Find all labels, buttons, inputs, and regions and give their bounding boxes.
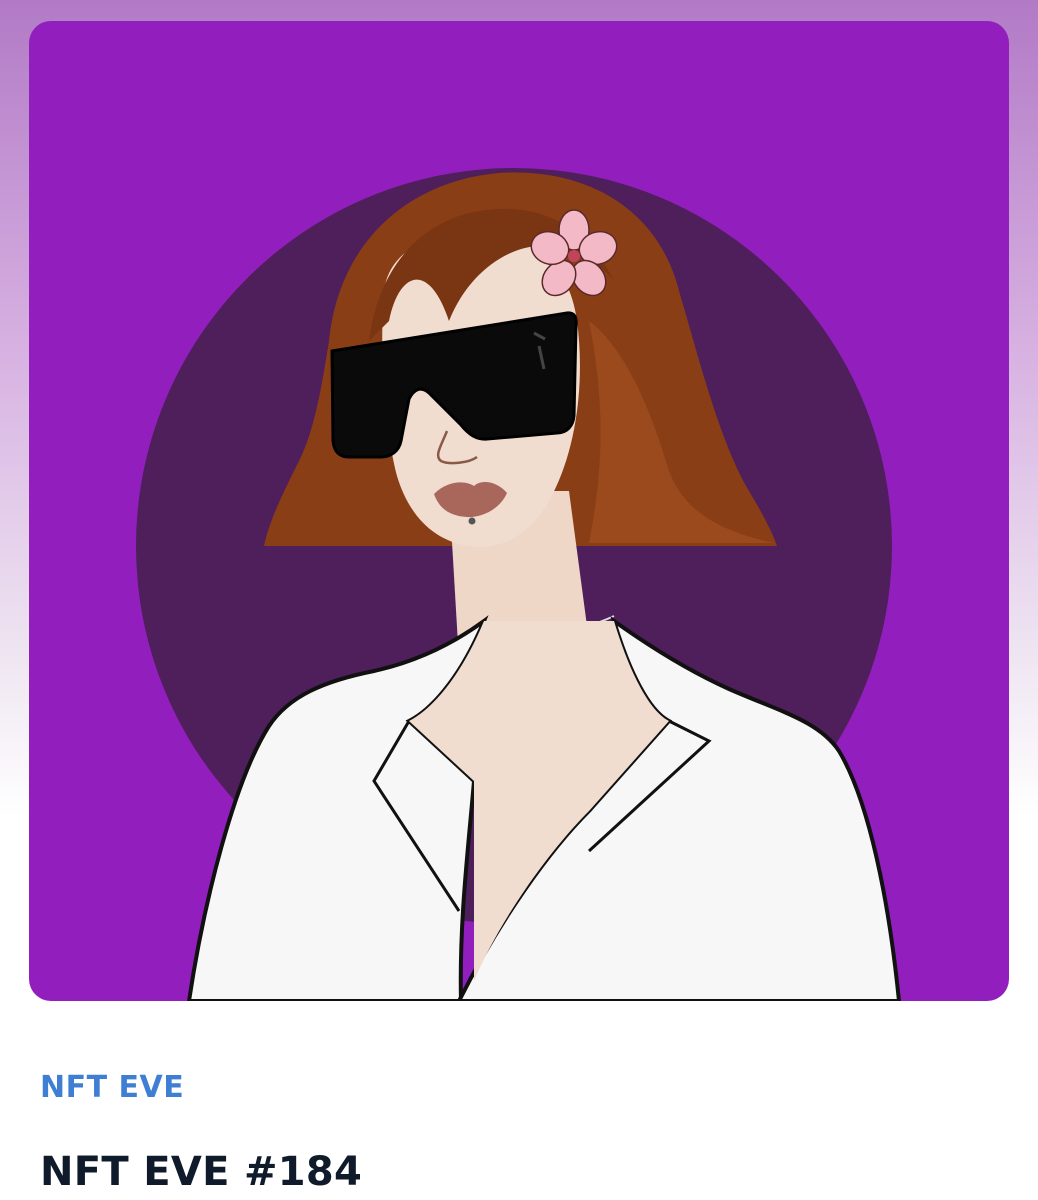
token-title: NFT EVE #184 xyxy=(40,1149,363,1195)
nft-info-panel: NFT EVE NFT EVE #184 xyxy=(0,1001,1038,1200)
artwork-lip-piercing xyxy=(468,517,476,525)
nft-artwork-image xyxy=(136,168,902,1001)
nft-artwork-card[interactable] xyxy=(29,21,1009,1001)
collection-link[interactable]: NFT EVE xyxy=(40,1070,184,1105)
